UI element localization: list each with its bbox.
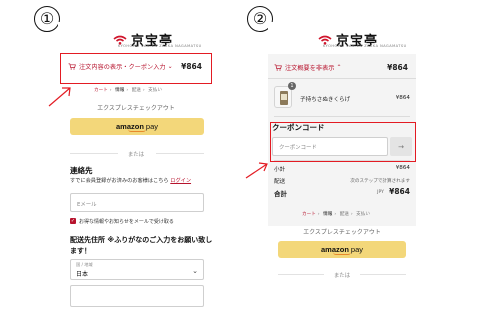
login-prompt-text: すでに会員登録がお済みのお客様はこちら — [70, 178, 169, 184]
country-value: 日本 — [76, 271, 89, 278]
breadcrumb-payment: 支払い — [356, 212, 370, 217]
pointer-arrow-left — [48, 87, 71, 107]
amazon-pay-text: pay — [145, 122, 159, 131]
or-separator: または — [127, 152, 145, 158]
step-number-1: ① — [34, 6, 60, 32]
wifi-logo-icon — [318, 35, 332, 45]
divider-right — [360, 274, 406, 275]
product-image — [280, 91, 288, 105]
checkout-screen-right: 京宝亭 KYOHOTEI SAN-EN ZAKKA NAGAMATSU 注文概要… — [268, 22, 416, 312]
breadcrumb-payment: 支払い — [148, 88, 162, 93]
total-value: ¥864 — [389, 187, 410, 196]
total-label: 合計 — [274, 190, 287, 198]
subtotal-label: 小計 — [274, 167, 286, 173]
shipping-address-heading-line2: ます！ — [70, 247, 91, 255]
summary-divider — [268, 78, 416, 79]
breadcrumb-shipping: 配送 — [131, 88, 141, 93]
amazon-smile-icon — [333, 252, 351, 255]
product-price: ¥864 — [395, 95, 410, 101]
amazon-pay-button[interactable]: amazon pay — [70, 118, 204, 135]
contact-heading: 連絡先 — [70, 166, 93, 175]
highlight-box-summary-toggle — [60, 53, 212, 84]
breadcrumb-info: 情報 — [323, 212, 333, 217]
wifi-logo-icon — [113, 35, 127, 45]
amazon-pay-button[interactable]: amazon pay — [278, 241, 406, 258]
breadcrumb-shipping: 配送 — [339, 212, 349, 217]
login-link[interactable]: ログイン — [170, 178, 191, 184]
order-summary-toggle-label: 注文概要を非表示 — [285, 64, 335, 72]
amazon-smile-icon — [128, 129, 146, 132]
brand-tagline: KYOHOTEI SAN-EN ZAKKA NAGAMATSU — [323, 44, 407, 48]
amazon-pay-text: pay — [350, 245, 364, 254]
next-field[interactable] — [70, 285, 204, 307]
chevron-up-icon: ⌃ — [336, 63, 342, 71]
subtotal-value: ¥864 — [395, 165, 410, 171]
breadcrumb: カート › 情報 › 配送 › 支払い — [94, 88, 162, 93]
express-checkout-title: エクスプレスチェックアウト — [97, 105, 175, 112]
newsletter-checkbox[interactable]: ✓ — [70, 218, 76, 224]
pointer-arrow-right — [245, 162, 268, 179]
contact-login-prompt: すでに会員登録がお済みのお客様はこちら ログイン — [70, 177, 191, 184]
order-total: ¥864 — [387, 62, 408, 72]
shipping-address-heading-line1: 配送先住所 ※ふりがなのご入力をお願い致し — [70, 236, 213, 244]
highlight-box-coupon — [270, 122, 416, 162]
express-checkout-title: エクスプレスチェックアウト — [303, 229, 381, 236]
quantity-badge: 1 — [288, 82, 296, 90]
breadcrumb: カート › 情報 › 配送 › 支払い — [302, 212, 370, 217]
cart-icon — [274, 63, 282, 71]
brand-tagline: KYOHOTEI SAN-EN ZAKKA NAGAMATSU — [118, 44, 202, 48]
email-field[interactable]: Eメール — [70, 193, 204, 212]
divider-right — [156, 153, 204, 154]
country-label: 国 / 地域 — [76, 262, 93, 267]
product-name: 子持ちさぬきくらげ — [300, 97, 351, 103]
shipping-label: 配送 — [274, 179, 286, 185]
breadcrumb-cart[interactable]: カート — [94, 88, 108, 93]
breadcrumb-cart[interactable]: カート — [302, 212, 316, 217]
item-divider — [274, 116, 410, 117]
total-currency: JPY — [377, 190, 384, 195]
newsletter-label: お得な情報やお知らせをメールで受け取る — [79, 219, 174, 225]
shipping-note: 次のステップで計算されます — [350, 179, 410, 184]
breadcrumb-info: 情報 — [115, 88, 125, 93]
country-select[interactable]: 国 / 地域 日本 ⌄ — [70, 259, 204, 280]
order-summary-toggle[interactable]: 注文概要を非表示 ⌃ ¥864 — [268, 60, 416, 74]
or-separator: または — [333, 273, 351, 279]
email-placeholder: Eメール — [77, 202, 97, 208]
chevron-down-icon: ⌄ — [192, 267, 198, 275]
